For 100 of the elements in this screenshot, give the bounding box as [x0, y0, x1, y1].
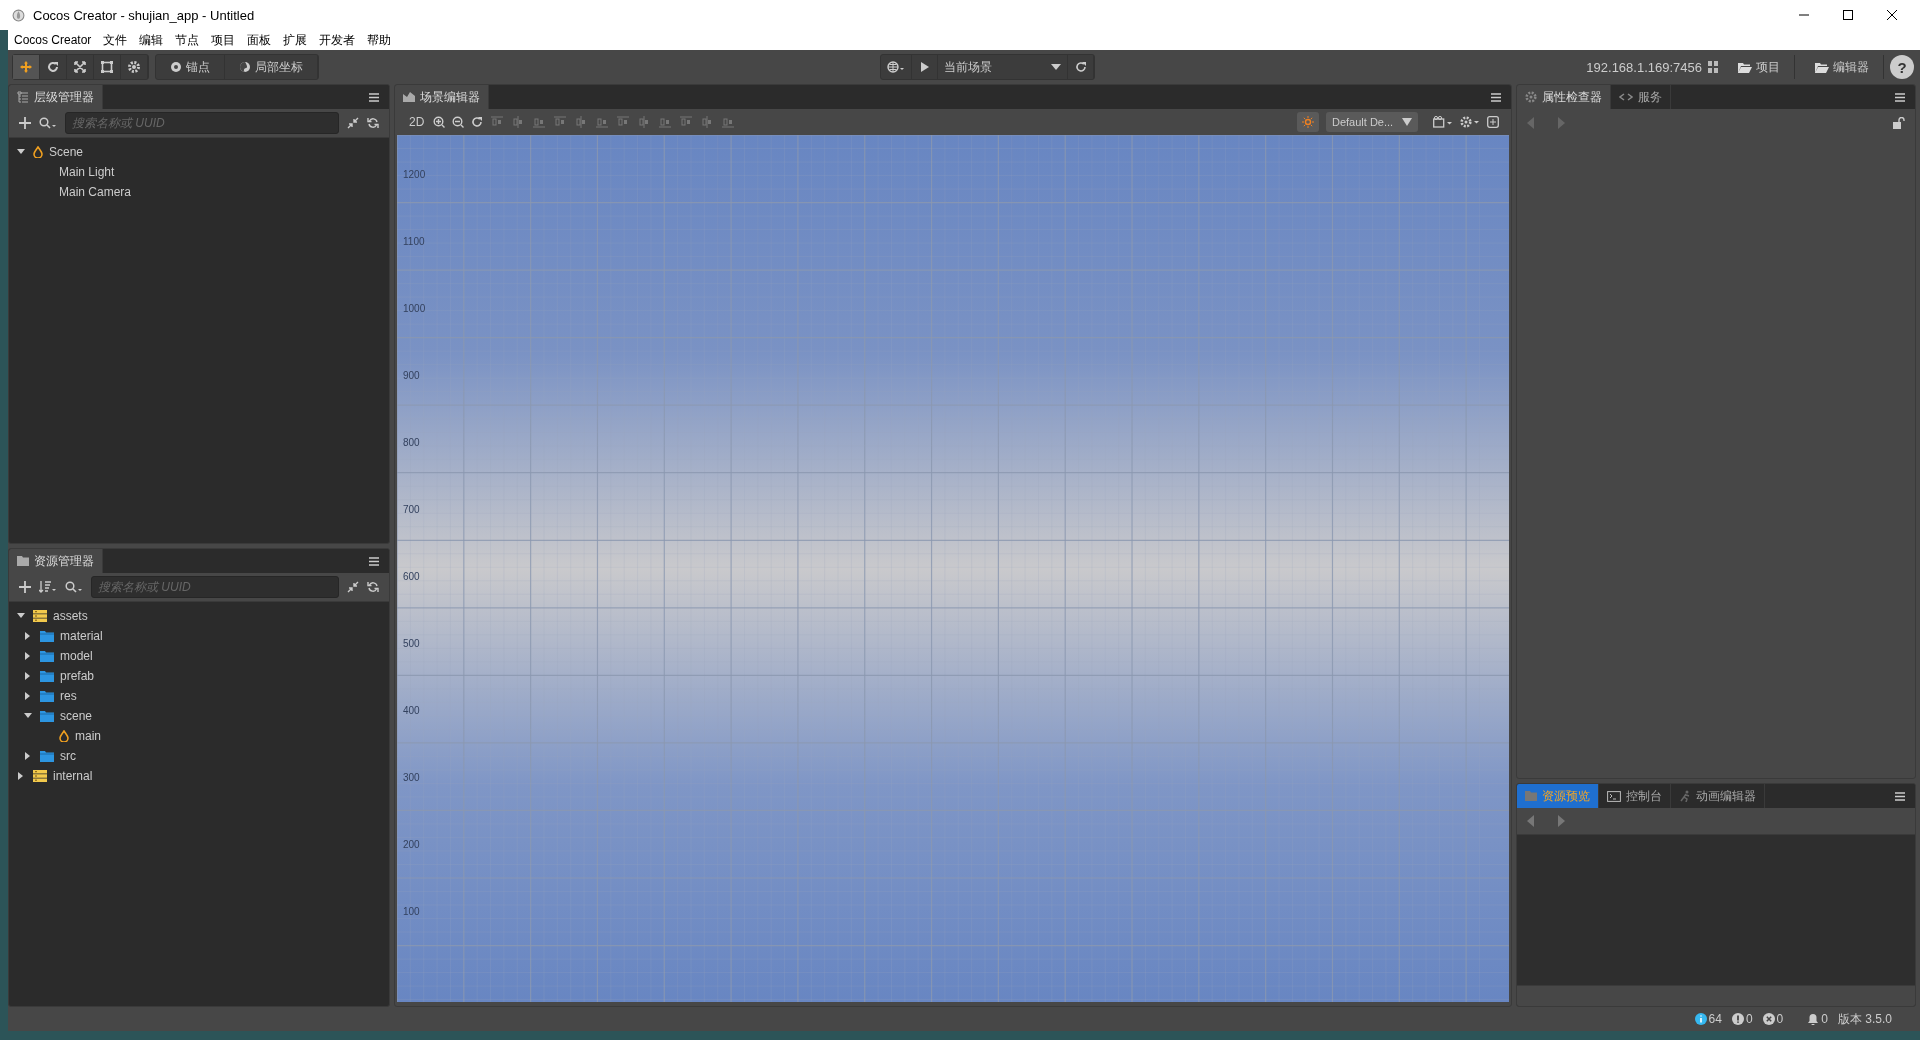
error-icon[interactable]: [1762, 1013, 1775, 1025]
help-button[interactable]: ?: [1890, 55, 1914, 79]
refresh-icon: [1074, 61, 1087, 73]
caret-icon: [1051, 64, 1062, 70]
menu-icon[interactable]: [1895, 92, 1905, 102]
image-icon: [403, 92, 415, 102]
axis-label: 1100: [403, 236, 426, 249]
bell-icon[interactable]: [1807, 1013, 1820, 1025]
panel-tab[interactable]: 层级管理器: [9, 85, 103, 109]
gear-icon[interactable]: [1460, 116, 1480, 128]
collapsed-arrow-icon[interactable]: [17, 772, 25, 780]
menu-icon[interactable]: [369, 556, 379, 566]
collapsed-arrow-icon[interactable]: [24, 672, 32, 680]
tree-item[interactable]: res: [9, 686, 389, 706]
axis-label: 900: [403, 370, 421, 383]
expanded-arrow-icon[interactable]: [17, 148, 25, 156]
close-icon[interactable]: [1886, 9, 1898, 21]
search-icon[interactable]: [65, 581, 83, 593]
collapsed-arrow-icon[interactable]: [24, 652, 32, 660]
collapsed-arrow-icon[interactable]: [24, 692, 32, 700]
add-icon[interactable]: [19, 581, 31, 593]
warning-icon[interactable]: [1731, 1013, 1744, 1025]
tree-item[interactable]: assets: [9, 606, 389, 626]
axis-label: 800: [403, 437, 421, 450]
folder-icon: [17, 556, 29, 566]
warning-count: 0: [1745, 1012, 1753, 1026]
open-folder-button[interactable]: 项目: [1724, 55, 1795, 79]
window-title: Cocos Creator - shujian_app - Untitled: [33, 7, 256, 23]
collapsed-arrow-icon[interactable]: [24, 752, 32, 760]
lighting-button[interactable]: [1297, 112, 1319, 132]
reset-icon[interactable]: [471, 116, 484, 128]
unlock-icon[interactable]: [1893, 117, 1905, 129]
folder-icon: [1738, 61, 1752, 73]
mode-toggle[interactable]: 2D: [407, 115, 427, 129]
menu-icon[interactable]: [1491, 92, 1501, 102]
camera-dropdown[interactable]: Default De...: [1326, 112, 1418, 132]
menu-item[interactable]: 编辑: [139, 31, 164, 49]
tree-item[interactable]: internal: [9, 766, 389, 786]
expanded-arrow-icon[interactable]: [24, 712, 32, 720]
menu-item[interactable]: Cocos Creator: [14, 33, 92, 47]
folder-icon: [40, 710, 54, 722]
tool-button[interactable]: [13, 55, 40, 79]
zoom-in-icon[interactable]: [433, 116, 446, 128]
tree-item[interactable]: model: [9, 646, 389, 666]
menu-item[interactable]: 文件: [103, 31, 128, 49]
maximize-icon[interactable]: [1842, 9, 1854, 21]
move-icon: [19, 60, 33, 74]
folder-icon: [40, 670, 54, 682]
qr-code-icon[interactable]: [1708, 61, 1718, 73]
notification-count: 0: [1821, 1012, 1828, 1026]
rect-icon: [100, 60, 114, 74]
panel-tab[interactable]: 资源管理器: [9, 549, 103, 573]
tree-item[interactable]: prefab: [9, 666, 389, 686]
refresh-icon[interactable]: [367, 117, 379, 129]
tree-item[interactable]: material: [9, 626, 389, 646]
menu-item[interactable]: 节点: [175, 31, 200, 49]
globe-icon: [887, 61, 906, 73]
scene-dropdown[interactable]: 当前场景: [938, 55, 1069, 79]
menu-icon[interactable]: [1895, 791, 1905, 801]
flame-icon: [33, 146, 43, 158]
add-icon[interactable]: [19, 117, 31, 129]
flame-icon: [59, 730, 69, 742]
folder-icon: [1525, 791, 1537, 801]
expanded-arrow-icon[interactable]: [17, 612, 25, 620]
camera-icon[interactable]: [1433, 116, 1453, 128]
tree-item[interactable]: src: [9, 746, 389, 766]
version-label: 版本 3.5.0: [1837, 1010, 1892, 1028]
link-icon: [1619, 92, 1633, 102]
zoom-out-icon[interactable]: [452, 116, 465, 128]
info-icon[interactable]: [1694, 1013, 1707, 1025]
tree-item[interactable]: main: [9, 726, 389, 746]
open-folder-button[interactable]: 编辑器: [1801, 55, 1884, 79]
refresh-icon[interactable]: [367, 581, 379, 593]
menu-item[interactable]: 扩展: [283, 31, 308, 49]
database-icon: [33, 610, 47, 622]
panel-tab[interactable]: 场景编辑器: [395, 85, 489, 109]
axis-label: 300: [403, 772, 421, 785]
collapsed-arrow-icon[interactable]: [24, 632, 32, 640]
menu-item[interactable]: 面板: [247, 31, 272, 49]
menu-icon[interactable]: [369, 92, 379, 102]
collapse-icon[interactable]: [347, 117, 359, 129]
folder-icon: [1815, 61, 1829, 73]
sort-icon[interactable]: [39, 581, 57, 593]
tree-item[interactable]: Scene: [9, 142, 389, 162]
folder-icon: [40, 650, 54, 662]
menu-item[interactable]: 项目: [211, 31, 236, 49]
menu-item[interactable]: 开发者: [319, 31, 356, 49]
preview-address: 192.168.1.169:7456: [1586, 59, 1702, 75]
tree-item[interactable]: Main Camera: [9, 182, 389, 202]
panel-tab[interactable]: 属性检查器: [1517, 85, 1611, 109]
collapse-icon[interactable]: [347, 581, 359, 593]
tree-item[interactable]: Main Light: [9, 162, 389, 182]
terminal-icon: [1607, 790, 1621, 802]
pivot-button[interactable]: 锚点: [156, 55, 225, 79]
search-icon[interactable]: [39, 117, 57, 129]
menu-item[interactable]: 帮助: [367, 31, 392, 49]
pivot-button[interactable]: 局部坐标: [225, 55, 318, 79]
tree-item[interactable]: scene: [9, 706, 389, 726]
layout-icon[interactable]: [1487, 116, 1499, 128]
gear-icon: [1525, 91, 1537, 103]
